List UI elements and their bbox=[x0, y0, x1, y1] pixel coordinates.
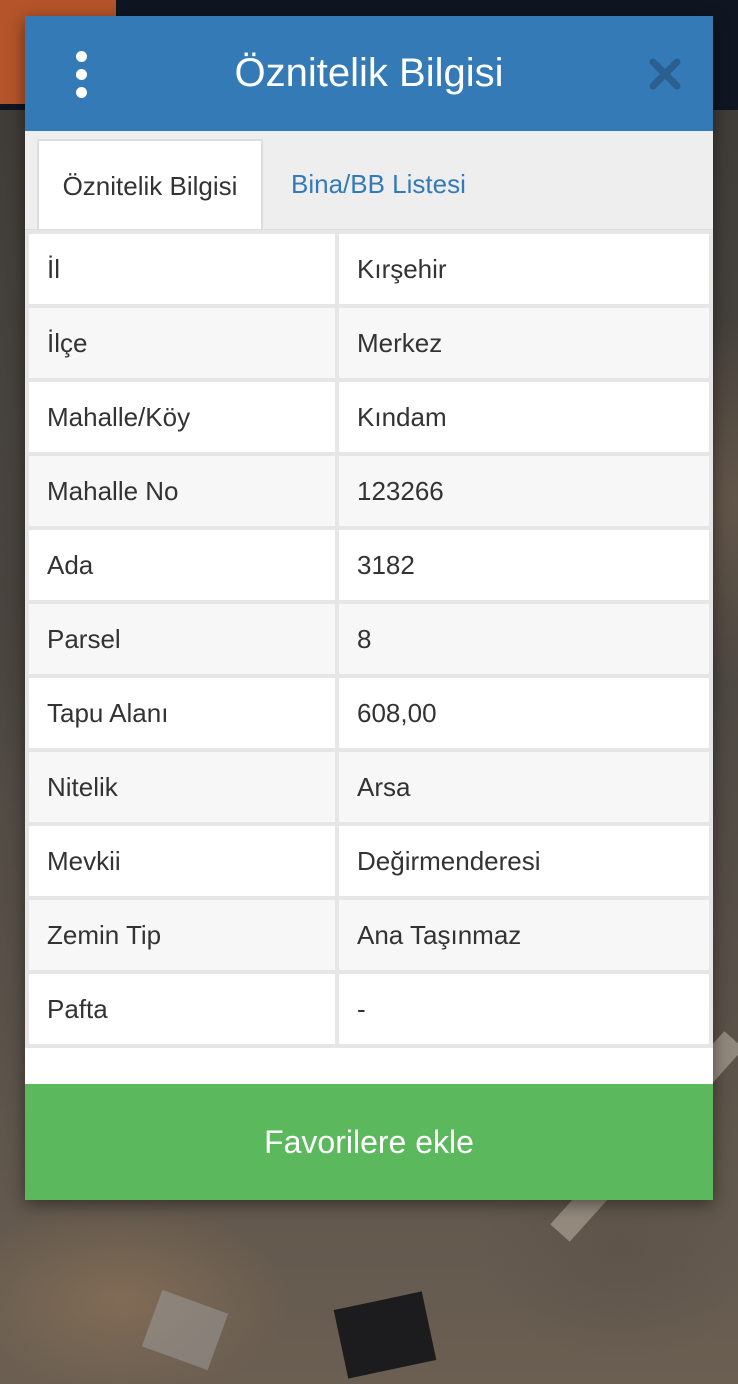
attribute-table: İl Kırşehir İlçe Merkez Mahalle/Köy Kındam Mah… bbox=[25, 230, 713, 1048]
attribute-value: Kındam bbox=[335, 378, 713, 456]
attribute-key: İl bbox=[25, 230, 339, 308]
attribute-value: 8 bbox=[335, 600, 713, 678]
table-row: Mahalle/Köy Kındam bbox=[25, 378, 713, 456]
attribute-value: 123266 bbox=[335, 452, 713, 530]
table-row: İl Kırşehir bbox=[25, 230, 713, 308]
attribute-value: Ana Taşınmaz bbox=[335, 896, 713, 974]
attribute-key: Mevkii bbox=[25, 822, 339, 900]
table-row: Zemin Tip Ana Taşınmaz bbox=[25, 896, 713, 974]
table-row: Nitelik Arsa bbox=[25, 748, 713, 826]
attribute-key: Nitelik bbox=[25, 748, 339, 826]
map-building bbox=[333, 1291, 437, 1379]
attribute-value: Değirmenderesi bbox=[335, 822, 713, 900]
dialog-title: Öznitelik Bilgisi bbox=[234, 51, 504, 95]
table-row: Mevkii Değirmenderesi bbox=[25, 822, 713, 900]
close-icon[interactable] bbox=[645, 54, 685, 94]
attribute-key: İlçe bbox=[25, 304, 339, 382]
table-row: Mahalle No 123266 bbox=[25, 452, 713, 530]
attribute-value: 3182 bbox=[335, 526, 713, 604]
table-row: Ada 3182 bbox=[25, 526, 713, 604]
table-row: Parsel 8 bbox=[25, 600, 713, 678]
attribute-value: Kırşehir bbox=[335, 230, 713, 308]
attribute-key: Tapu Alanı bbox=[25, 674, 339, 752]
attribute-key: Mahalle/Köy bbox=[25, 378, 339, 456]
attribute-key: Ada bbox=[25, 526, 339, 604]
table-row: Tapu Alanı 608,00 bbox=[25, 674, 713, 752]
table-row: Pafta - bbox=[25, 970, 713, 1048]
attribute-value: 608,00 bbox=[335, 674, 713, 752]
attribute-key: Pafta bbox=[25, 970, 339, 1048]
tab-attribute-info[interactable]: Öznitelik Bilgisi bbox=[37, 139, 263, 229]
attribute-key: Zemin Tip bbox=[25, 896, 339, 974]
tab-building-list[interactable]: Bina/BB Listesi bbox=[271, 139, 486, 229]
attribute-value: Arsa bbox=[335, 748, 713, 826]
attribute-dialog: Öznitelik Bilgisi Öznitelik Bilgisi Bina… bbox=[25, 16, 713, 1200]
attribute-key: Mahalle No bbox=[25, 452, 339, 530]
attribute-value: Merkez bbox=[335, 304, 713, 382]
attribute-value: - bbox=[335, 970, 713, 1048]
tab-bar: Öznitelik Bilgisi Bina/BB Listesi bbox=[25, 131, 713, 230]
dialog-header: Öznitelik Bilgisi bbox=[25, 16, 713, 131]
map-building bbox=[141, 1289, 229, 1371]
add-to-favorites-button[interactable]: Favorilere ekle bbox=[25, 1084, 713, 1200]
table-row: İlçe Merkez bbox=[25, 304, 713, 382]
attribute-key: Parsel bbox=[25, 600, 339, 678]
